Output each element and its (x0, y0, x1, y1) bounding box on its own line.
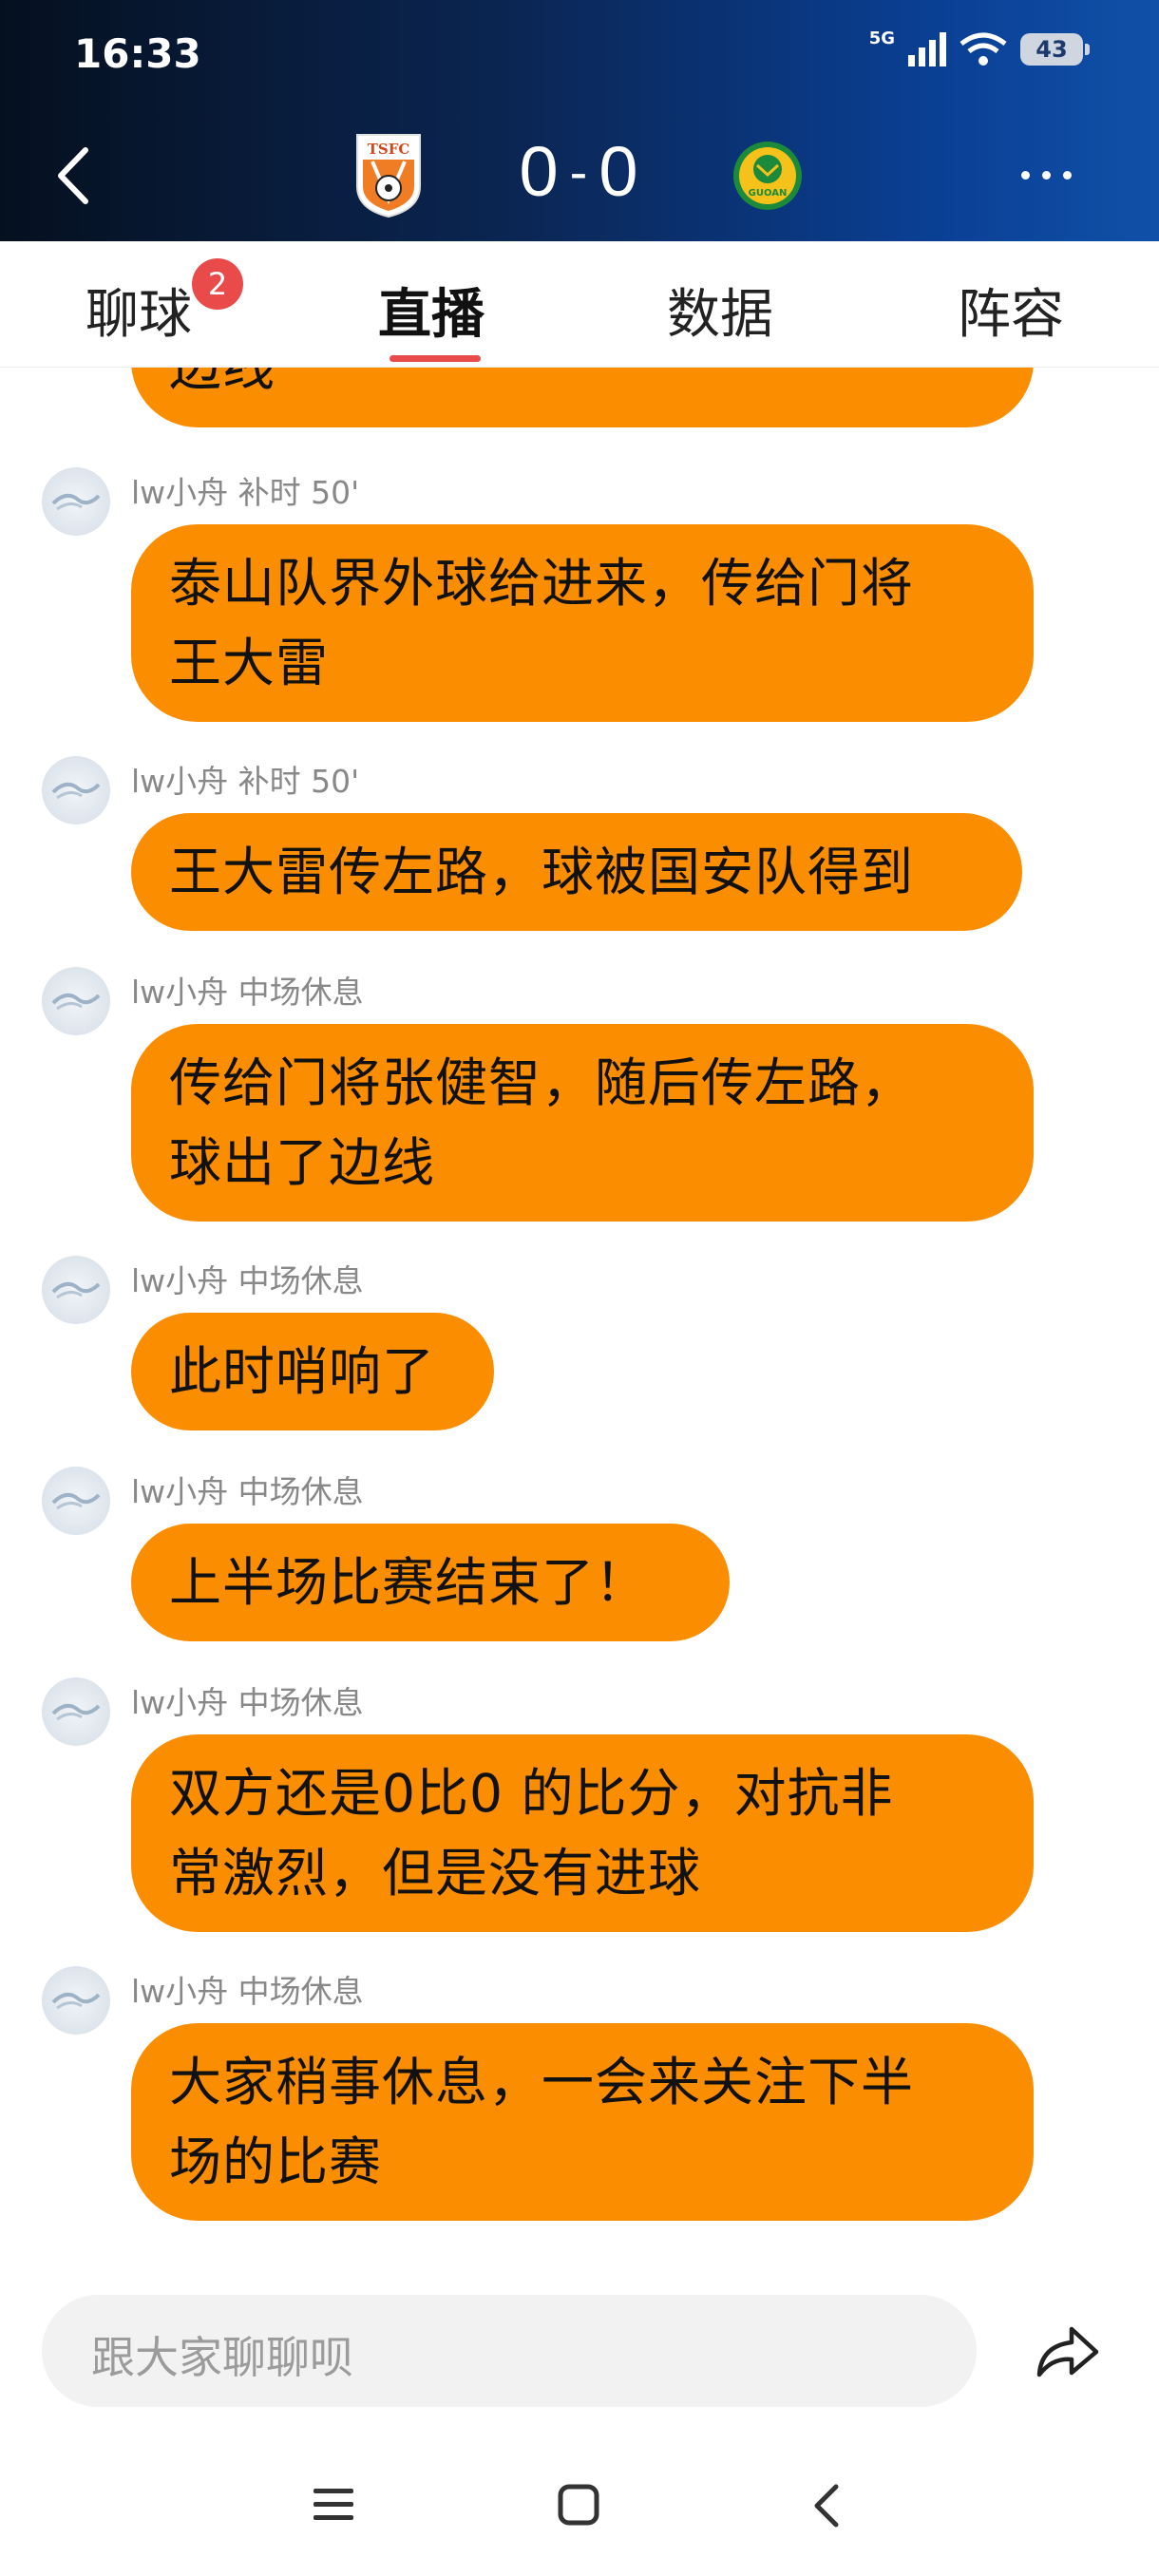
message-text-line: 此时哨响了 (169, 1341, 436, 1402)
message-text: 边线 (169, 367, 276, 397)
message-meta: lw小舟 中场休息 (131, 1256, 364, 1301)
away-score: 0 (598, 132, 640, 211)
chat-input-placeholder: 跟大家聊聊呗 (91, 2332, 353, 2383)
back-icon[interactable] (809, 2483, 844, 2529)
message-bubble: 王大雷传左路，球被国安队得到 (131, 813, 1022, 931)
chat-badge: 2 (192, 258, 243, 310)
tab-live[interactable]: 直播 (378, 272, 484, 349)
wifi-icon (960, 32, 1007, 66)
message-bubble: 双方还是0比0 的比分，对抗非 常激烈，但是没有进球 (131, 1734, 1034, 1932)
author-name: lw小舟 (131, 974, 229, 1011)
author-name: lw小舟 (131, 474, 229, 511)
live-feed[interactable]: 边线 lw小舟 补时 50' 泰山队界外球给进来，传给门将 王大雷 lw小舟 补… (0, 367, 1159, 2266)
signal-icon (908, 32, 946, 66)
status-time: 16:33 (74, 30, 201, 77)
active-tab-indicator (390, 355, 481, 362)
author-name: lw小舟 (131, 1262, 229, 1299)
avatar[interactable] (42, 467, 110, 536)
message-time: 中场休息 (238, 1473, 364, 1510)
more-options-button[interactable] (1021, 171, 1072, 180)
home-logo-text: TSFC (368, 141, 410, 158)
battery-icon: 43 (1020, 33, 1090, 66)
avatar[interactable] (42, 1677, 110, 1746)
avatar[interactable] (42, 967, 110, 1035)
message-text-line: 王大雷 (169, 633, 330, 693)
chat-input[interactable]: 跟大家聊聊呗 (42, 2295, 977, 2407)
message-time: 中场休息 (238, 974, 364, 1011)
avatar[interactable] (42, 1966, 110, 2035)
network-label: 5G (868, 28, 895, 48)
avatar[interactable] (42, 756, 110, 824)
score-separator: - (569, 142, 590, 201)
message-meta: lw小舟 中场休息 (131, 1467, 364, 1512)
tab-lineup[interactable]: 阵容 (958, 272, 1064, 349)
more-dots-icon (1021, 171, 1030, 180)
message-text-line: 常激烈，但是没有进球 (169, 1843, 702, 1904)
away-logo-text: GUOAN (749, 188, 788, 199)
author-name: lw小舟 (131, 763, 229, 800)
message-time: 中场休息 (238, 1262, 364, 1299)
tab-stats[interactable]: 数据 (667, 272, 773, 349)
tab-bar: 聊球 2 直播 数据 阵容 (0, 241, 1159, 368)
menu-icon[interactable] (312, 2483, 355, 2525)
message-text-line: 场的比赛 (169, 2131, 383, 2192)
message-time: 补时 50' (238, 763, 360, 800)
system-nav-bar (0, 2441, 1159, 2576)
share-button[interactable] (1034, 2318, 1102, 2384)
message-bubble: 泰山队界外球给进来，传给门将 王大雷 (131, 524, 1034, 722)
match-header: 16:33 5G 43 TSFC 0-0 GUOAN (0, 0, 1159, 241)
message-time: 中场休息 (238, 1973, 364, 2010)
message-meta: lw小舟 中场休息 (131, 967, 364, 1013)
message-text-line: 泰山队界外球给进来，传给门将 (169, 553, 915, 614)
author-name: lw小舟 (131, 1684, 229, 1721)
message-bubble: 大家稍事休息，一会来关注下半 场的比赛 (131, 2023, 1034, 2221)
author-name: lw小舟 (131, 1973, 229, 2010)
message-text-line: 上半场比赛结束了！ (169, 1552, 649, 1613)
message-meta: lw小舟 补时 50' (131, 467, 359, 513)
message-meta: lw小舟 中场休息 (131, 1966, 364, 2012)
message-time: 中场休息 (238, 1684, 364, 1721)
home-team-logo[interactable]: TSFC (353, 133, 424, 218)
author-name: lw小舟 (131, 1473, 229, 1510)
message-text-line: 大家稍事休息，一会来关注下半 (169, 2052, 915, 2112)
message-bubble: 边线 (131, 367, 1034, 427)
back-button[interactable] (49, 142, 97, 209)
message-meta: lw小舟 中场休息 (131, 1677, 364, 1723)
tab-chat[interactable]: 聊球 (86, 272, 192, 349)
message-time: 补时 50' (238, 474, 360, 511)
message-bubble: 上半场比赛结束了！ (131, 1524, 730, 1641)
message-text-line: 王大雷传左路，球被国安队得到 (169, 842, 915, 902)
match-score: 0-0 (494, 131, 665, 212)
avatar[interactable] (42, 1256, 110, 1324)
message-bubble: 此时哨响了 (131, 1313, 494, 1430)
message-text-line: 球出了边线 (169, 1132, 436, 1193)
avatar[interactable] (42, 1467, 110, 1535)
message-text-line: 双方还是0比0 的比分，对抗非 (169, 1763, 894, 1824)
status-icons: 5G 43 (869, 28, 1090, 66)
message-bubble: 传给门将张健智，随后传左路， 球出了边线 (131, 1024, 1034, 1222)
home-score: 0 (519, 132, 560, 211)
message-text-line: 传给门将张健智，随后传左路， (169, 1052, 915, 1113)
home-square-icon[interactable] (557, 2483, 600, 2527)
message-meta: lw小舟 补时 50' (131, 756, 359, 802)
away-team-logo[interactable]: GUOAN (732, 133, 804, 218)
